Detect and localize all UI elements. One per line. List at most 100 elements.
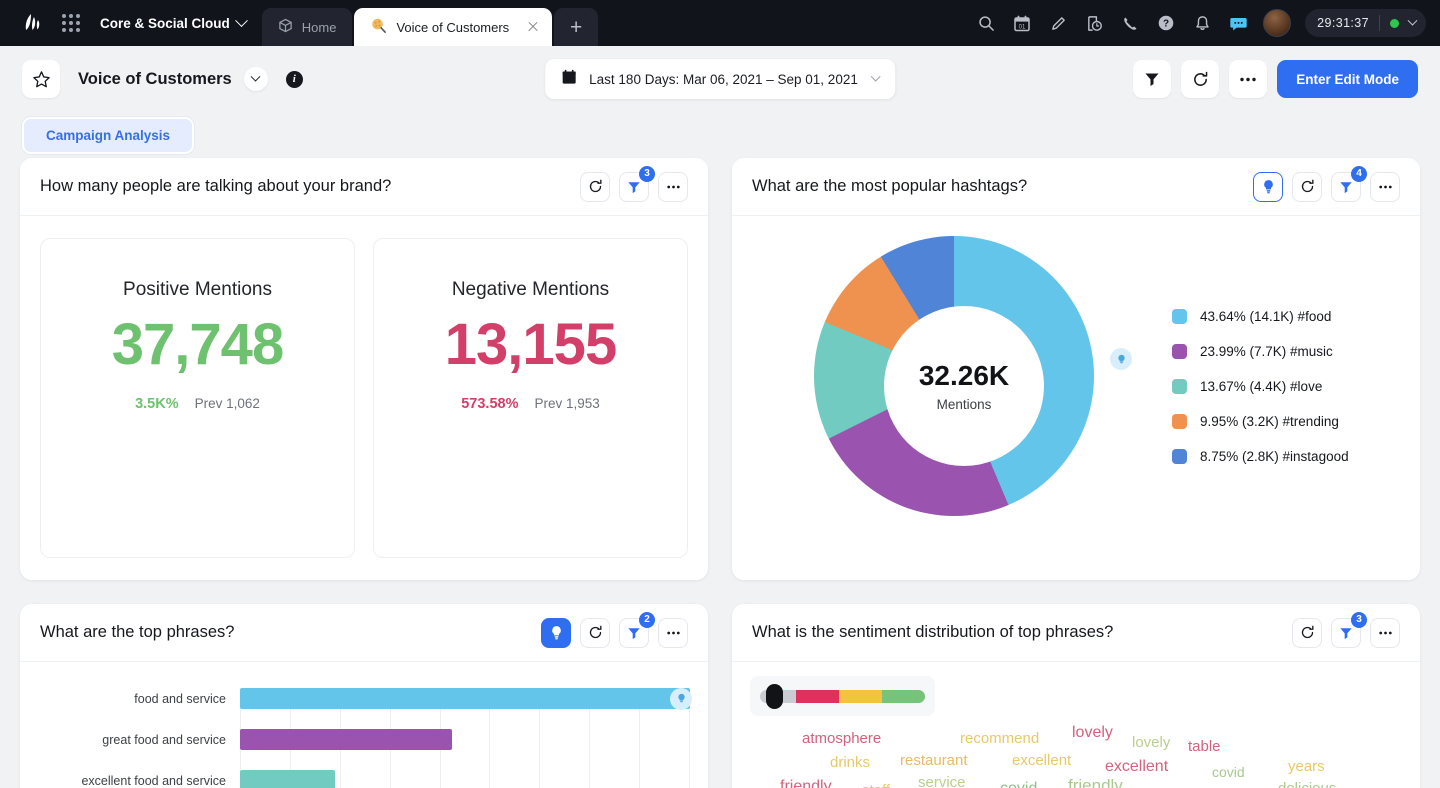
word-cloud-word[interactable]: years [1288,758,1325,775]
word-cloud-word[interactable]: covid [1000,780,1037,788]
kpi-label: Negative Mentions [452,279,609,301]
kpi-previous: Prev 1,953 [534,396,599,411]
sprinklr-logo-icon[interactable] [14,6,48,40]
refresh-icon [1192,71,1209,88]
bar[interactable] [240,770,335,788]
insights-button[interactable] [1253,172,1283,202]
legend-item[interactable]: 9.95% (3.2K) #trending [1172,414,1349,429]
sentiment-slider[interactable] [750,676,935,716]
refresh-button[interactable] [1181,60,1219,98]
legend-item[interactable]: 8.75% (2.8K) #instagood [1172,449,1349,464]
more-options-icon [666,185,681,189]
refresh-button[interactable] [1292,618,1322,648]
card-title: How many people are talking about your b… [40,177,391,196]
legend-color-swatch [1172,379,1187,394]
refresh-button[interactable] [1292,172,1322,202]
word-cloud-word[interactable]: service [918,774,966,788]
bar[interactable] [240,729,452,750]
session-timer[interactable]: 29:31:37 [1305,9,1426,37]
insights-button[interactable] [541,618,571,648]
word-cloud-word[interactable]: recommend [960,730,1039,747]
kpi-negative-mentions[interactable]: Negative Mentions 13,155 573.58% Prev 1,… [373,238,688,558]
word-cloud-word[interactable]: table [1188,738,1221,755]
word-cloud-word[interactable]: staff [862,782,890,788]
new-tab-button[interactable]: + [554,8,598,46]
filter-button[interactable]: 4 [1331,172,1361,202]
word-cloud-word[interactable]: lovely [1072,724,1113,742]
word-cloud-word[interactable]: excellent [1105,758,1168,776]
bar-track [240,678,690,719]
bar-track [240,719,690,760]
bell-icon[interactable] [1187,8,1217,38]
filter-icon [627,180,641,194]
refresh-button[interactable] [580,618,610,648]
chevron-down-icon [235,14,248,27]
workspace-label: Core & Social Cloud [100,16,230,31]
tab-voice-of-customers[interactable]: Voice of Customers [354,8,552,46]
bar-chart-container: food and servicegreat food and serviceex… [20,662,708,788]
word-cloud-word[interactable]: friendly [1068,776,1123,788]
bar-chart: food and servicegreat food and serviceex… [38,678,690,788]
legend-label: 13.67% (4.4K) #love [1200,379,1322,394]
more-options-button[interactable] [658,172,688,202]
tab-campaign-analysis[interactable]: Campaign Analysis [22,117,194,154]
star-icon [32,70,51,89]
filter-button[interactable]: 3 [619,172,649,202]
bar-chart-row[interactable]: great food and service [38,719,690,760]
card-actions: 4 [1253,172,1400,202]
card-title: What are the most popular hashtags? [752,177,1027,196]
kpi-subtext: 573.58% Prev 1,953 [461,396,600,412]
legend-color-swatch [1172,449,1187,464]
more-options-button[interactable] [1370,172,1400,202]
enter-edit-mode-button[interactable]: Enter Edit Mode [1277,60,1418,98]
filter-button[interactable]: 3 [1331,618,1361,648]
avatar[interactable] [1263,9,1291,37]
word-cloud-word[interactable]: excellent [1012,752,1071,769]
chat-icon[interactable] [1223,8,1253,38]
pencil-icon[interactable] [1043,8,1073,38]
word-cloud-word[interactable]: restaurant [900,752,968,769]
legend-item[interactable]: 23.99% (7.7K) #music [1172,344,1349,359]
card-sentiment-distribution: What is the sentiment distribution of to… [732,604,1420,788]
donut-chart[interactable]: 32.26K Mentions [814,236,1114,536]
chevron-down-icon [870,71,880,81]
sentiment-thumb[interactable] [766,684,783,709]
calendar-icon[interactable]: 01 [1007,8,1037,38]
date-range-selector[interactable]: Last 180 Days: Mar 06, 2021 – Sep 01, 20… [545,59,895,99]
tab-home[interactable]: Home [262,8,353,46]
info-icon[interactable]: i [286,71,303,88]
word-cloud-word[interactable]: lovely [1132,734,1170,751]
insight-marker-icon[interactable] [670,688,692,710]
insight-marker-icon[interactable] [1110,348,1132,370]
card-hashtags: What are the most popular hashtags? 4 [732,158,1420,580]
word-cloud-word[interactable]: atmosphere [802,730,881,747]
search-icon[interactable] [971,8,1001,38]
clock-report-icon[interactable] [1079,8,1109,38]
tab-label: Home [302,20,337,35]
legend-item[interactable]: 13.67% (4.4K) #love [1172,379,1349,394]
word-cloud-word[interactable]: friendly [780,778,832,788]
word-cloud-word[interactable]: delicious [1278,780,1336,788]
card-header: What are the most popular hashtags? 4 [732,158,1420,216]
bar[interactable] [240,688,690,709]
close-icon[interactable] [524,18,542,36]
refresh-button[interactable] [580,172,610,202]
more-options-button[interactable] [1370,618,1400,648]
dashboard-header-actions: Enter Edit Mode [1133,60,1418,98]
filter-button[interactable] [1133,60,1171,98]
favorite-button[interactable] [22,60,60,98]
kpi-positive-mentions[interactable]: Positive Mentions 37,748 3.5K% Prev 1,06… [40,238,355,558]
app-grid-icon[interactable] [56,8,86,38]
phone-icon[interactable] [1115,8,1145,38]
more-options-button[interactable] [1229,60,1267,98]
bar-chart-row[interactable]: food and service [38,678,690,719]
more-options-button[interactable] [658,618,688,648]
legend-item[interactable]: 43.64% (14.1K) #food [1172,309,1349,324]
filter-button[interactable]: 2 [619,618,649,648]
dashboard-dropdown-button[interactable] [244,67,268,91]
bar-chart-row[interactable]: excellent food and service [38,760,690,788]
workspace-selector[interactable]: Core & Social Cloud [100,16,246,31]
word-cloud-word[interactable]: drinks [830,754,870,771]
word-cloud-word[interactable]: covid [1212,764,1245,780]
help-icon[interactable]: ? [1151,8,1181,38]
